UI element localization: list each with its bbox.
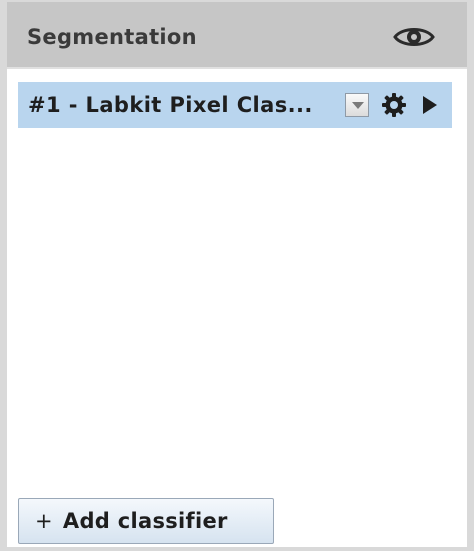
segmentation-panel: Segmentation #1 - Labkit Pixel Clas... +… <box>0 0 474 551</box>
gear-icon[interactable] <box>381 92 407 118</box>
add-classifier-label: Add classifier <box>62 509 228 533</box>
classifier-list-item[interactable]: #1 - Labkit Pixel Clas... <box>18 82 452 128</box>
classifier-name: #1 - Labkit Pixel Clas... <box>28 93 313 117</box>
eye-icon[interactable] <box>393 24 435 50</box>
plus-icon: + <box>35 509 53 533</box>
chevron-down-icon <box>352 102 364 109</box>
panel-header: Segmentation <box>7 2 467 69</box>
classifier-dropdown-button[interactable] <box>345 93 369 117</box>
add-classifier-button[interactable]: + Add classifier <box>18 498 274 544</box>
play-icon[interactable] <box>422 95 438 115</box>
panel-title: Segmentation <box>27 25 197 49</box>
